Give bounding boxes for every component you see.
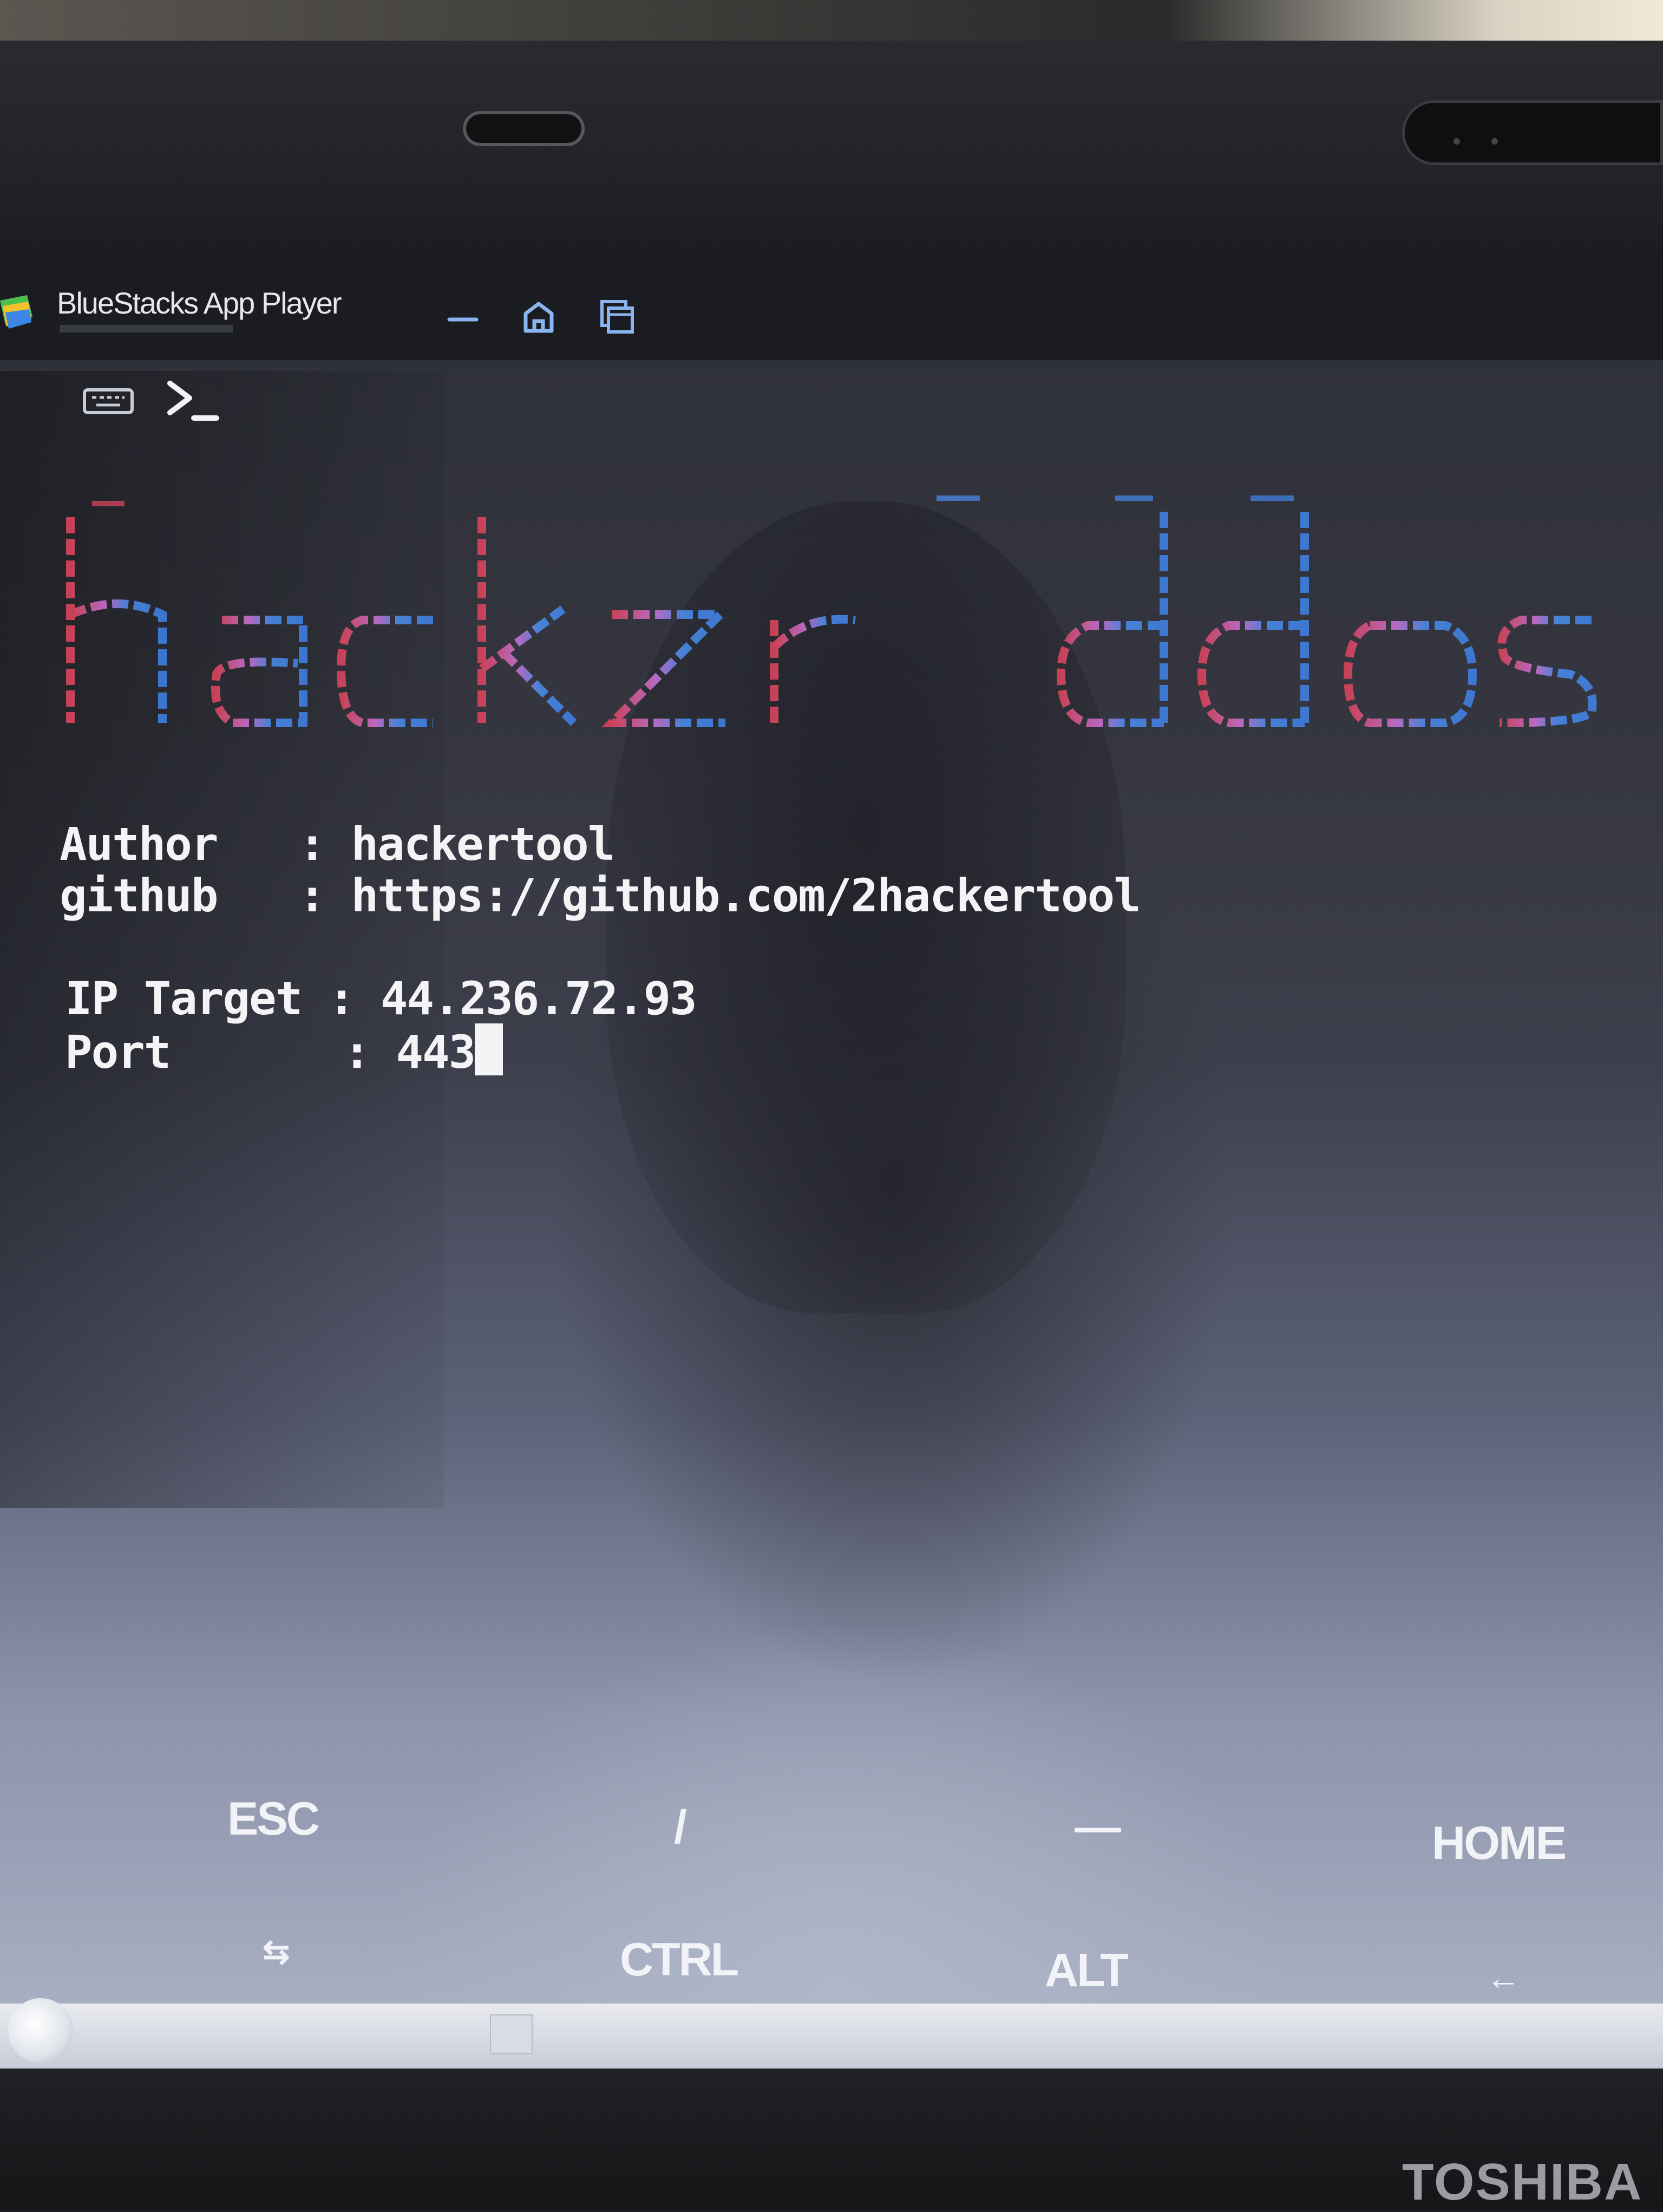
github-label: github <box>60 869 218 922</box>
text-cursor <box>475 1023 503 1075</box>
author-separator: : <box>298 818 326 871</box>
ip-target-line: IP Target : 44.236.72.93 <box>65 972 697 1025</box>
home-icon <box>523 302 554 333</box>
windows-taskbar <box>0 2004 1663 2069</box>
port-input[interactable]: 443 <box>396 1026 476 1079</box>
esc-key[interactable]: ESC <box>227 1792 320 1846</box>
ctrl-key[interactable]: CTRL <box>620 1933 739 1987</box>
laptop-screen: BlueStacks App Player Author: hackertoo… <box>0 268 1663 2033</box>
slash-key[interactable]: / <box>674 1800 687 1854</box>
ascii-art-banner <box>66 495 1597 747</box>
laptop-brand-logo: TOSHIBA <box>1402 2153 1643 2211</box>
ip-target-label: IP Target <box>65 972 303 1025</box>
ip-target-separator: : <box>328 972 356 1025</box>
github-url: https://github.com/2hackertool <box>351 869 1141 922</box>
keyboard-icon[interactable] <box>81 384 135 417</box>
port-line[interactable]: Port: 443 <box>65 1023 503 1079</box>
background-wall <box>0 0 1663 41</box>
taskbar-app-icon[interactable] <box>490 2014 533 2054</box>
alt-key[interactable]: ALT <box>1045 1944 1129 1998</box>
multi-instance-button[interactable] <box>595 295 639 338</box>
home-key[interactable]: HOME <box>1432 1817 1567 1870</box>
sensor-dot <box>1454 138 1460 145</box>
window-title: BlueStacks App Player <box>57 286 342 320</box>
tab-key[interactable]: ⇆ <box>263 1933 290 1971</box>
dash-key[interactable]: — <box>1075 1800 1121 1854</box>
author-line: Author: hackertool <box>60 818 616 871</box>
github-line: github: https://github.com/2hackertool <box>60 869 1141 922</box>
ip-target-value: 44.236.72.93 <box>380 972 697 1025</box>
author-label: Author <box>60 818 218 871</box>
port-separator: : <box>343 1026 371 1079</box>
minimize-icon <box>447 317 479 322</box>
home-button[interactable] <box>517 295 560 338</box>
bluestacks-titlebar: BlueStacks App Player <box>0 268 1663 360</box>
sensor-dot <box>1491 138 1498 145</box>
github-separator: : <box>298 869 326 922</box>
start-button[interactable] <box>8 1998 73 2063</box>
terminal-prompt-icon[interactable] <box>162 374 222 428</box>
window-subtitle-blur <box>60 325 233 332</box>
minimize-button[interactable] <box>441 295 485 338</box>
bluestacks-logo-icon <box>0 295 32 329</box>
author-value: hackertool <box>351 818 616 871</box>
port-label: Port <box>65 1026 171 1079</box>
webcam <box>463 111 585 146</box>
terminal-toolbar <box>81 371 222 430</box>
left-arrow-key[interactable]: ← <box>1486 1957 1521 1998</box>
multi-instance-icon <box>600 300 634 334</box>
sensor-bar <box>1402 100 1663 165</box>
